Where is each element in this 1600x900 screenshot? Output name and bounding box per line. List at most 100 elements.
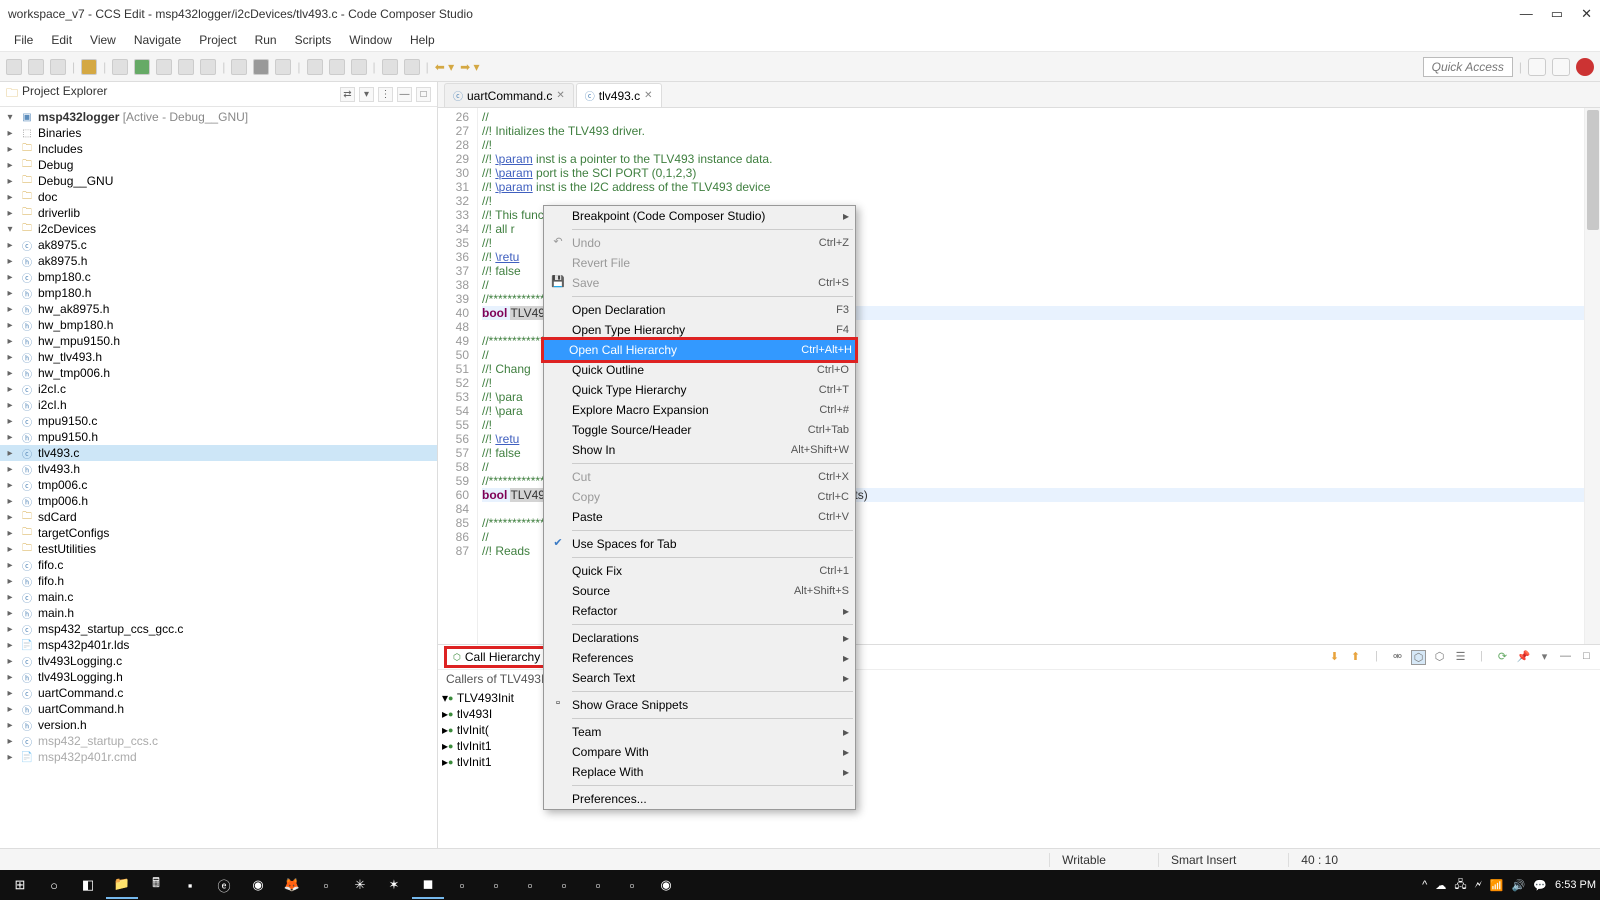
callers-mode-icon[interactable]: ⬡	[1411, 650, 1426, 665]
down-arrow-icon[interactable]: ⬇	[1327, 650, 1342, 665]
explorer-icon[interactable]: 📁	[106, 871, 138, 899]
tree-item[interactable]: ▸ⓗversion.h	[0, 717, 437, 733]
tree-item[interactable]: ▸🗀Debug	[0, 157, 437, 173]
tree-item[interactable]: ▸ⓗi2cI.h	[0, 397, 437, 413]
tree-item[interactable]: ▸ⓗbmp180.h	[0, 285, 437, 301]
context-menu-item[interactable]: ▫Show Grace Snippets	[544, 695, 855, 715]
start-icon[interactable]: ⊞	[4, 871, 36, 899]
tree-item[interactable]: ▸ⓒmsp432_startup_ccs_gcc.c	[0, 621, 437, 637]
tree-item[interactable]: ▸ⓒuartCommand.c	[0, 685, 437, 701]
step-icon[interactable]	[156, 59, 172, 75]
grid-icon[interactable]	[382, 59, 398, 75]
tree-item[interactable]: ▸🗀doc	[0, 189, 437, 205]
minimize-panel-icon[interactable]: —	[397, 87, 412, 102]
app7-icon[interactable]: ▫	[514, 871, 546, 899]
tray-up-icon[interactable]: ^	[1422, 879, 1427, 891]
maximize-panel-icon[interactable]: □	[416, 87, 431, 102]
tree-item[interactable]: ▸ⓗmain.h	[0, 605, 437, 621]
nav-icon[interactable]	[351, 59, 367, 75]
app2-icon[interactable]: ✳	[344, 871, 376, 899]
forward-icon[interactable]: ➡ ▾	[460, 60, 479, 74]
tray-batt-icon[interactable]: 🗲	[1475, 879, 1482, 892]
search-icon[interactable]	[275, 59, 291, 75]
tree-item[interactable]: ▸ⓒmsp432_startup_ccs.c	[0, 733, 437, 749]
menu-icon[interactable]: ▾	[1537, 650, 1552, 665]
tree-item[interactable]: ▸ⓒak8975.c	[0, 237, 437, 253]
ccs-icon[interactable]: ◼	[412, 871, 444, 899]
minimize-button[interactable]: —	[1520, 6, 1533, 22]
menu-run[interactable]: Run	[247, 31, 285, 49]
back-icon[interactable]: ⬅ ▾	[435, 60, 454, 74]
context-menu-item[interactable]: Refactor▸	[544, 601, 855, 621]
callees-mode-icon[interactable]: ⬡	[1432, 650, 1447, 665]
maximize-button[interactable]: ▭	[1551, 6, 1563, 22]
stop-icon[interactable]	[200, 59, 216, 75]
toggle-icon[interactable]	[307, 59, 323, 75]
tree-item[interactable]: ▸ⓗhw_ak8975.h	[0, 301, 437, 317]
context-menu-item[interactable]: Team▸	[544, 722, 855, 742]
context-menu-item[interactable]: ↶UndoCtrl+Z	[544, 233, 855, 253]
tree-item[interactable]: ▸🗀driverlib	[0, 205, 437, 221]
context-menu-item[interactable]: Open DeclarationF3	[544, 300, 855, 320]
menu-project[interactable]: Project	[191, 31, 244, 49]
mark-icon[interactable]	[329, 59, 345, 75]
menu-scripts[interactable]: Scripts	[287, 31, 340, 49]
cortana-icon[interactable]: ○	[38, 871, 70, 899]
history-icon[interactable]: ☰	[1453, 650, 1468, 665]
tray-wifi-icon[interactable]: 📶	[1490, 879, 1504, 892]
chrome-icon[interactable]: ◉	[242, 871, 274, 899]
refresh-icon[interactable]: ⟳	[1495, 650, 1510, 665]
context-menu-item[interactable]: CopyCtrl+C	[544, 487, 855, 507]
tree-item[interactable]: ▸ⓗhw_bmp180.h	[0, 317, 437, 333]
menu-help[interactable]: Help	[402, 31, 443, 49]
wrench-icon[interactable]	[253, 59, 269, 75]
save-icon[interactable]	[28, 59, 44, 75]
context-menu-item[interactable]: References▸	[544, 648, 855, 668]
app9-icon[interactable]: ▫	[582, 871, 614, 899]
context-menu-item[interactable]: Replace With▸	[544, 762, 855, 782]
context-menu-item[interactable]: Search Text▸	[544, 668, 855, 688]
context-menu-item[interactable]: Breakpoint (Code Composer Studio)▸	[544, 206, 855, 226]
tree-item[interactable]: ▸ⓗak8975.h	[0, 253, 437, 269]
tree-item[interactable]: ▸ⓗhw_tmp006.h	[0, 365, 437, 381]
tree-item[interactable]: ▸📄msp432p401r.lds	[0, 637, 437, 653]
tree-item[interactable]: ▸🗀targetConfigs	[0, 525, 437, 541]
tree-item[interactable]: ▸🗀testUtilities	[0, 541, 437, 557]
context-menu-item[interactable]: Compare With▸	[544, 742, 855, 762]
pause-icon[interactable]	[178, 59, 194, 75]
context-menu-item[interactable]: Quick FixCtrl+1	[544, 561, 855, 581]
tree-item[interactable]: ▸ⓒtlv493Logging.c	[0, 653, 437, 669]
tree-item[interactable]: ▸⬚Binaries	[0, 125, 437, 141]
min-panel-icon[interactable]: —	[1558, 650, 1573, 665]
edge-icon[interactable]: ⓔ	[208, 871, 240, 899]
link-icon[interactable]: ⇄	[340, 87, 355, 102]
menu-bar[interactable]: FileEditViewNavigateProjectRunScriptsWin…	[0, 28, 1600, 52]
context-menu-item[interactable]: PasteCtrl+V	[544, 507, 855, 527]
collapse-icon[interactable]: ▾	[359, 87, 374, 102]
calc-icon[interactable]: 🖩	[140, 871, 172, 899]
layout-icon[interactable]	[404, 59, 420, 75]
context-menu-item[interactable]: ✔Use Spaces for Tab	[544, 534, 855, 554]
build-icon[interactable]	[81, 59, 97, 75]
tree-item[interactable]: ▸ⓗtlv493.h	[0, 461, 437, 477]
tree-item[interactable]: ▸🗀sdCard	[0, 509, 437, 525]
max-panel-icon[interactable]: □	[1579, 650, 1594, 665]
new-icon[interactable]	[6, 59, 22, 75]
tool-icon[interactable]	[231, 59, 247, 75]
link-toggle-icon[interactable]: ⚮	[1390, 650, 1405, 665]
tree-item[interactable]: ▸🗀Debug__GNU	[0, 173, 437, 189]
tree-item[interactable]: ▸ⓒbmp180.c	[0, 269, 437, 285]
filter-icon[interactable]: ⋮	[378, 87, 393, 102]
run-icon[interactable]	[134, 59, 150, 75]
menu-view[interactable]: View	[82, 31, 124, 49]
perspective-debug-icon[interactable]	[1552, 58, 1570, 76]
pin-icon[interactable]: 📌	[1516, 650, 1531, 665]
app5-icon[interactable]: ▫	[446, 871, 478, 899]
menu-navigate[interactable]: Navigate	[126, 31, 189, 49]
app3-icon[interactable]: ✶	[378, 871, 410, 899]
tray-vol-icon[interactable]: 🔊	[1512, 879, 1526, 892]
tree-item[interactable]: ▸📄msp432p401r.cmd	[0, 749, 437, 765]
context-menu-item[interactable]: Preferences...	[544, 789, 855, 809]
tree-item[interactable]: ▸ⓗtmp006.h	[0, 493, 437, 509]
tree-item[interactable]: ▸ⓒfifo.c	[0, 557, 437, 573]
